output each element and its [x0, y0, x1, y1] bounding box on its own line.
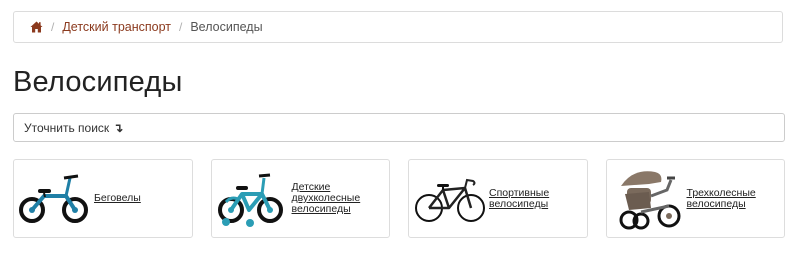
- category-list: Беговелы Детские двухколесные велосипеды: [13, 159, 785, 238]
- refine-search-button[interactable]: Уточнить поиск ↴: [13, 113, 785, 142]
- category-label[interactable]: Трехколесные велосипеды: [687, 187, 785, 210]
- category-label[interactable]: Спортивные велосипеды: [489, 187, 587, 210]
- breadcrumb-item-kids-transport[interactable]: Детский транспорт: [62, 20, 171, 34]
- breadcrumb-separator: /: [179, 20, 183, 34]
- road-bike-image: [415, 178, 485, 222]
- tricycle-image: [619, 170, 680, 229]
- breadcrumb-item-current: Велосипеды: [190, 20, 263, 34]
- category-card-tricycles[interactable]: Трехколесные велосипеды: [605, 159, 785, 238]
- category-card-balance-bikes[interactable]: Беговелы: [13, 159, 193, 238]
- refine-search-label: Уточнить поиск: [24, 120, 110, 135]
- category-label[interactable]: Беговелы: [94, 193, 141, 204]
- kids-bike-image: [217, 173, 283, 227]
- arrow-down-icon: ↴: [113, 120, 124, 135]
- breadcrumb: / Детский транспорт / Велосипеды: [13, 11, 783, 43]
- breadcrumb-separator: /: [51, 20, 55, 34]
- category-label[interactable]: Детские двухколесные велосипеды: [292, 182, 390, 215]
- balance-bike-image: [19, 174, 88, 223]
- home-icon: [30, 21, 43, 33]
- category-card-kids-bikes[interactable]: Детские двухколесные велосипеды: [210, 159, 390, 238]
- breadcrumb-home-link[interactable]: [30, 21, 43, 33]
- category-card-sport-bikes[interactable]: Спортивные велосипеды: [408, 159, 588, 238]
- page-title: Велосипеды: [13, 66, 183, 98]
